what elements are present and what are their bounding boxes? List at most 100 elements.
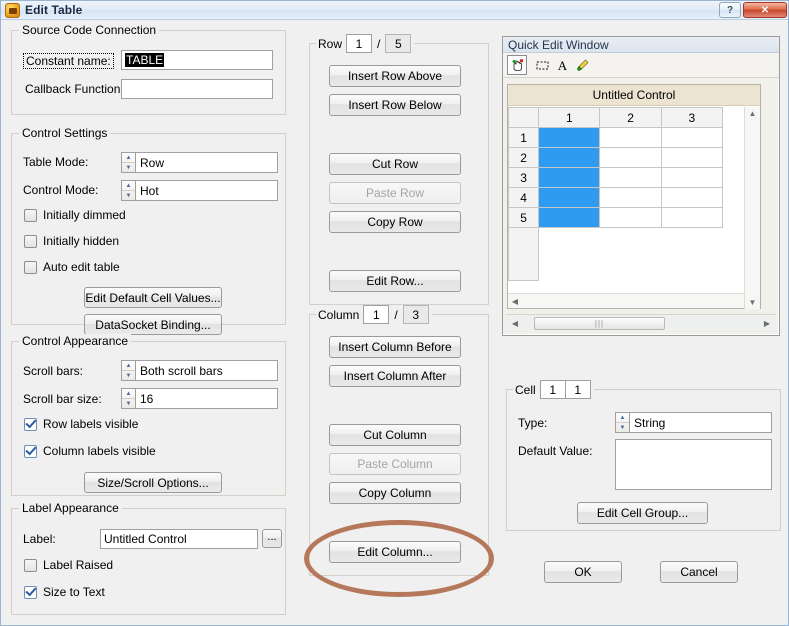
default-value-input[interactable] — [615, 439, 772, 490]
ok-button[interactable]: OK — [544, 561, 622, 583]
label-browse-button[interactable]: ... — [262, 529, 282, 548]
row-header-5[interactable]: 5 — [508, 207, 540, 228]
spin-up-icon[interactable]: ▲ — [122, 389, 135, 399]
column-labels-visible-checkbox[interactable]: Column labels visible — [24, 444, 156, 458]
column-current-input[interactable]: 1 — [363, 305, 390, 324]
table-mode-spinbox[interactable]: ▲ ▼ Row — [121, 152, 278, 173]
initially-dimmed-checkbox[interactable]: Initially dimmed — [24, 208, 126, 222]
cut-row-button[interactable]: Cut Row — [329, 153, 461, 175]
control-mode-spin-arrows[interactable]: ▲ ▼ — [121, 180, 135, 201]
panel-scroll-left-icon[interactable]: ◀ — [508, 319, 522, 328]
size-to-text-checkbox[interactable]: Size to Text — [24, 585, 105, 599]
cell-r1c2[interactable] — [599, 127, 662, 148]
scroll-bar-size-spin-arrows[interactable]: ▲ ▼ — [121, 388, 135, 409]
cell-r4c1[interactable] — [538, 187, 601, 208]
initially-hidden-checkbox[interactable]: Initially hidden — [24, 234, 119, 248]
label-raised-checkbox[interactable]: Label Raised — [24, 558, 113, 572]
scroll-bars-spin-arrows[interactable]: ▲ ▼ — [121, 360, 135, 381]
panel-scroll-thumb[interactable]: ||| — [534, 316, 665, 330]
constant-name-input[interactable]: TABLE — [121, 50, 273, 70]
panel-horizontal-scrollbar[interactable]: ◀ ||| ▶ — [506, 314, 776, 331]
table-mode-value[interactable]: Row — [135, 152, 278, 173]
hand-pointer-glyph — [512, 58, 523, 71]
panel-scroll-right-icon[interactable]: ▶ — [760, 319, 774, 328]
spin-down-icon[interactable]: ▼ — [122, 191, 135, 200]
close-button[interactable]: ✕ — [743, 2, 787, 18]
row-labels-visible-label: Row labels visible — [43, 417, 139, 431]
cut-column-button[interactable]: Cut Column — [329, 424, 461, 446]
spin-down-icon[interactable]: ▼ — [122, 163, 135, 172]
cell-r2c3[interactable] — [660, 147, 724, 168]
cell-r3c1[interactable] — [538, 167, 601, 188]
quick-edit-window-title: Quick Edit Window — [503, 37, 779, 53]
spin-down-icon[interactable]: ▼ — [122, 371, 135, 380]
cell-row-input[interactable]: 1 — [539, 380, 566, 399]
cell-r4c3[interactable] — [660, 187, 724, 208]
cell-r3c2[interactable] — [599, 167, 662, 188]
scroll-bars-value[interactable]: Both scroll bars — [135, 360, 278, 381]
edit-row-button[interactable]: Edit Row... — [329, 270, 461, 292]
cell-r5c2[interactable] — [599, 207, 662, 228]
cell-r1c3[interactable] — [660, 127, 724, 148]
cell-r4c2[interactable] — [599, 187, 662, 208]
spin-up-icon[interactable]: ▲ — [122, 181, 135, 191]
cell-r3c3[interactable] — [660, 167, 724, 188]
control-mode-spinbox[interactable]: ▲ ▼ Hot — [121, 180, 278, 201]
dashed-selection-icon[interactable] — [532, 55, 552, 75]
column-header-2[interactable]: 2 — [599, 107, 662, 128]
label-input[interactable]: Untitled Control — [100, 529, 258, 549]
insert-column-before-button[interactable]: Insert Column Before — [329, 336, 461, 358]
control-mode-value[interactable]: Hot — [135, 180, 278, 201]
datasocket-binding-button[interactable]: DataSocket Binding... — [84, 314, 222, 335]
spin-down-icon[interactable]: ▼ — [122, 399, 135, 408]
edit-default-cell-values-button[interactable]: Edit Default Cell Values... — [84, 287, 222, 308]
insert-column-after-button[interactable]: Insert Column After — [329, 365, 461, 387]
scroll-bar-size-value[interactable]: 16 — [135, 388, 278, 409]
cell-r2c2[interactable] — [599, 147, 662, 168]
size-scroll-options-button[interactable]: Size/Scroll Options... — [84, 472, 222, 493]
scroll-up-icon[interactable]: ▲ — [746, 109, 760, 118]
scroll-down-icon[interactable]: ▼ — [746, 298, 760, 307]
spin-down-icon[interactable]: ▼ — [616, 423, 629, 432]
hand-pointer-icon[interactable] — [507, 55, 527, 75]
row-header-1[interactable]: 1 — [508, 127, 540, 148]
cell-type-value[interactable]: String — [629, 412, 772, 433]
callback-function-input[interactable] — [121, 79, 273, 99]
row-total-value: 5 — [385, 34, 412, 53]
cell-type-spin-arrows[interactable]: ▲ ▼ — [615, 412, 629, 433]
grid-vertical-scrollbar[interactable]: ▲ ▼ — [744, 107, 760, 309]
cell-r1c1[interactable] — [538, 127, 601, 148]
text-a-icon[interactable]: A — [552, 55, 572, 75]
copy-row-button[interactable]: Copy Row — [329, 211, 461, 233]
spin-up-icon[interactable]: ▲ — [122, 361, 135, 371]
edit-column-button[interactable]: Edit Column... — [329, 541, 461, 563]
row-header-2[interactable]: 2 — [508, 147, 540, 168]
help-button[interactable]: ? — [719, 2, 741, 18]
scroll-left-icon[interactable]: ◀ — [508, 297, 522, 306]
quick-edit-grid[interactable]: 1 2 3 1 2 3 4 5 — [508, 107, 724, 281]
copy-column-button[interactable]: Copy Column — [329, 482, 461, 504]
insert-row-below-button[interactable]: Insert Row Below — [329, 94, 461, 116]
spin-up-icon[interactable]: ▲ — [122, 153, 135, 163]
row-labels-visible-checkbox[interactable]: Row labels visible — [24, 417, 138, 431]
cell-col-input[interactable]: 1 — [564, 380, 591, 399]
spin-up-icon[interactable]: ▲ — [616, 413, 629, 423]
row-header-3[interactable]: 3 — [508, 167, 540, 188]
cancel-button[interactable]: Cancel — [660, 561, 738, 583]
row-header-4[interactable]: 4 — [508, 187, 540, 208]
column-header-3[interactable]: 3 — [660, 107, 724, 128]
table-mode-spin-arrows[interactable]: ▲ ▼ — [121, 152, 135, 173]
row-current-input[interactable]: 1 — [346, 34, 373, 53]
grid-horizontal-scrollbar[interactable]: ◀ — [508, 293, 746, 308]
auto-edit-table-checkbox[interactable]: Auto edit table — [24, 260, 120, 274]
cell-r2c1[interactable] — [538, 147, 601, 168]
edit-cell-group-button[interactable]: Edit Cell Group... — [577, 502, 708, 524]
scroll-bars-spinbox[interactable]: ▲ ▼ Both scroll bars — [121, 360, 278, 381]
paintbrush-icon[interactable] — [572, 55, 592, 75]
insert-row-above-button[interactable]: Insert Row Above — [329, 65, 461, 87]
cell-r5c1[interactable] — [538, 207, 601, 228]
scroll-bar-size-spinbox[interactable]: ▲ ▼ 16 — [121, 388, 278, 409]
column-header-1[interactable]: 1 — [538, 107, 601, 128]
cell-r5c3[interactable] — [660, 207, 724, 228]
cell-type-spinbox[interactable]: ▲ ▼ String — [615, 412, 772, 433]
